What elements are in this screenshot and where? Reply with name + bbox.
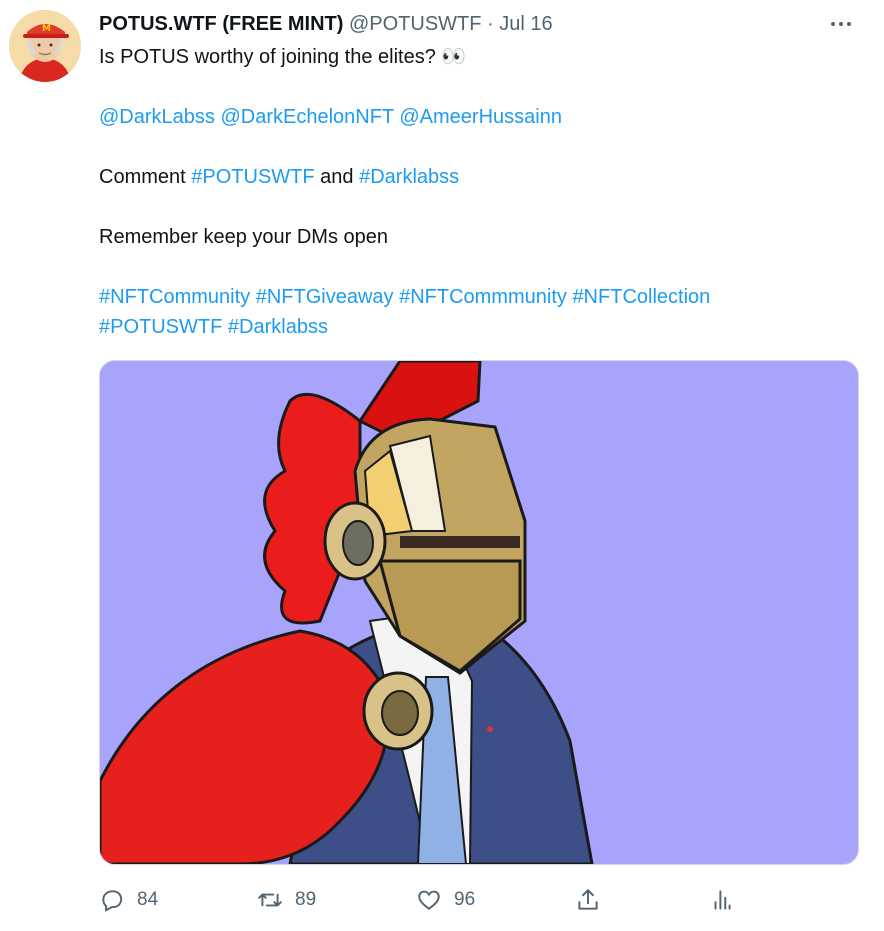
more-icon[interactable] <box>826 12 856 36</box>
tweet-mentions: @DarkLabss @DarkEchelonNFT @AmeerHussain… <box>99 102 562 132</box>
comment-prefix: Comment <box>99 166 186 188</box>
comment-and: and <box>320 166 354 188</box>
hashtag-nftcommunity[interactable]: #NFTCommunity <box>99 286 250 308</box>
hashtag-darklabss[interactable]: #Darklabss <box>359 166 459 188</box>
tweet-hashtags-row-1: #NFTCommunity #NFTGiveaway #NFTCommmunit… <box>99 282 710 312</box>
mention-darklabss[interactable]: @DarkLabss <box>99 106 215 128</box>
tweet-comment-line: Comment #POTUSWTF and #Darklabss <box>99 162 459 192</box>
hashtag-potuswtf-2[interactable]: #POTUSWTF <box>99 316 222 338</box>
analytics-button[interactable] <box>709 880 735 920</box>
hashtag-nftgiveaway[interactable]: #NFTGiveaway <box>256 286 394 308</box>
tweet-media-image[interactable] <box>99 360 859 865</box>
hashtag-nftcommmunity[interactable]: #NFTCommmunity <box>399 286 567 308</box>
reply-button[interactable]: 84 <box>99 880 158 920</box>
retweet-icon <box>257 887 283 913</box>
share-icon <box>575 887 601 913</box>
share-button[interactable] <box>575 880 601 920</box>
mention-darkechelonnft[interactable]: @DarkEchelonNFT <box>220 106 393 128</box>
analytics-icon <box>709 887 735 913</box>
retweet-count: 89 <box>295 889 317 910</box>
tweet-actions: 84 89 96 <box>99 880 739 920</box>
hashtag-darklabss-2[interactable]: #Darklabss <box>228 316 328 338</box>
like-button[interactable]: 96 <box>416 880 475 920</box>
tweet[interactable]: M POTUS.WTF (FREE MINT) @POTUSWTF · Jul … <box>0 0 884 931</box>
like-count: 96 <box>454 889 476 910</box>
author-handle[interactable]: @POTUSWTF <box>349 13 482 35</box>
tweet-header: POTUS.WTF (FREE MINT) @POTUSWTF · Jul 16 <box>99 10 553 38</box>
tweet-date[interactable]: Jul 16 <box>499 13 552 35</box>
avatar[interactable]: M <box>9 10 81 82</box>
tweet-line-4: Remember keep your DMs open <box>99 226 389 248</box>
author-name[interactable]: POTUS.WTF (FREE MINT) <box>99 13 343 35</box>
separator-dot: · <box>487 13 494 35</box>
mention-ameerhussainn[interactable]: @AmeerHussainn <box>399 106 562 128</box>
svg-text:M: M <box>42 24 51 34</box>
reply-icon <box>99 887 125 913</box>
hashtag-nftcollection[interactable]: #NFTCollection <box>572 286 710 308</box>
tweet-hashtags-row-2: #POTUSWTF #Darklabss <box>99 312 328 342</box>
hashtag-potuswtf[interactable]: #POTUSWTF <box>191 166 314 188</box>
retweet-button[interactable]: 89 <box>257 880 316 920</box>
reply-count: 84 <box>137 889 159 910</box>
like-icon <box>416 887 442 913</box>
tweet-line-1: Is POTUS worthy of joining the elites? 👀 <box>99 46 467 68</box>
